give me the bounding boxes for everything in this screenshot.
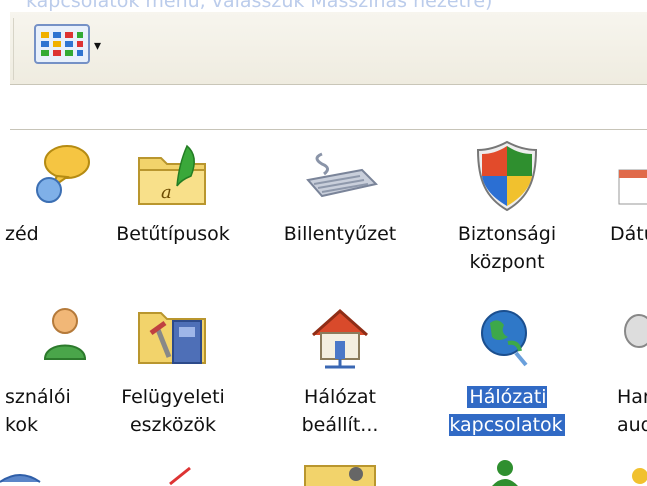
network-connections-globe-icon: [481, 310, 528, 367]
toolbar: ▾: [10, 12, 647, 85]
fonts-folder-icon: a: [138, 144, 206, 205]
speaker-icon: [624, 314, 647, 348]
partial-row-icons: [0, 460, 647, 486]
item-label: Hálózat beállít...: [301, 386, 379, 436]
security-shield-icon: [476, 140, 538, 212]
toolbar-grip[interactable]: [10, 18, 14, 80]
calendar-icon: [618, 169, 647, 205]
item-label: Biztonsági központ: [457, 223, 557, 273]
keyboard-icon: [306, 152, 378, 198]
network-setup-house-icon: [312, 308, 368, 369]
item-label: Dátu: [610, 223, 647, 245]
item-label: Hálózati kapcsolatok: [449, 386, 565, 436]
item-label: Felügyeleti eszközök: [121, 386, 225, 436]
item-label: Betűtípusok: [116, 223, 230, 245]
svg-text:a: a: [161, 182, 172, 203]
user-accounts-icon: [43, 308, 87, 360]
views-icon: [34, 24, 90, 64]
chevron-down-icon[interactable]: ▾: [94, 38, 101, 54]
admin-tools-icon: [138, 312, 206, 364]
page-caption: kapcsolatok menü, válasszuk Másszinás né…: [0, 0, 647, 12]
divider: [10, 129, 647, 130]
item-label: zéd: [5, 223, 39, 245]
item-label: sználói kok: [5, 386, 71, 436]
item-label: Billentyűzet: [283, 223, 397, 245]
views-button[interactable]: ▾: [34, 24, 116, 68]
item-label: Har audio: [617, 386, 647, 436]
speech-bubble-person-icon: [36, 145, 90, 203]
